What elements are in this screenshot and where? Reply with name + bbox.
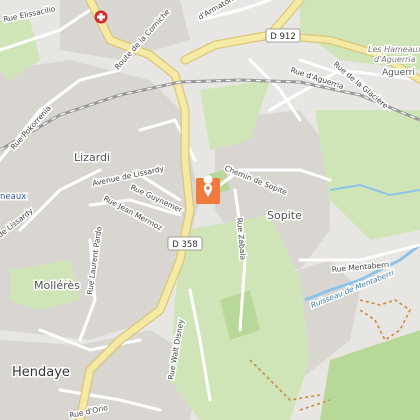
road-shield-label: D 358 (172, 240, 197, 250)
road-shield-label: D 912 (270, 32, 295, 42)
road-shield-d912: D 912 (265, 28, 301, 43)
place-label: Mollérès (34, 279, 80, 292)
map-canvas[interactable]: D 912 D 358 Lizardi Sopite Mollérès Hend… (0, 0, 420, 420)
place-label: Lizardi (74, 151, 110, 164)
town-label: Hendaye (12, 365, 70, 380)
place-label: d'Aguerria (374, 55, 416, 64)
place-label: Aguerri (382, 68, 415, 78)
place-label: Les Hameaux (368, 45, 420, 54)
place-label: Sopite (267, 209, 302, 222)
road-shield-d358: D 358 (167, 236, 203, 251)
place-label: neaux (0, 192, 26, 202)
location-pin-icon[interactable] (196, 175, 220, 204)
hospital-cross-icon[interactable] (94, 10, 108, 24)
